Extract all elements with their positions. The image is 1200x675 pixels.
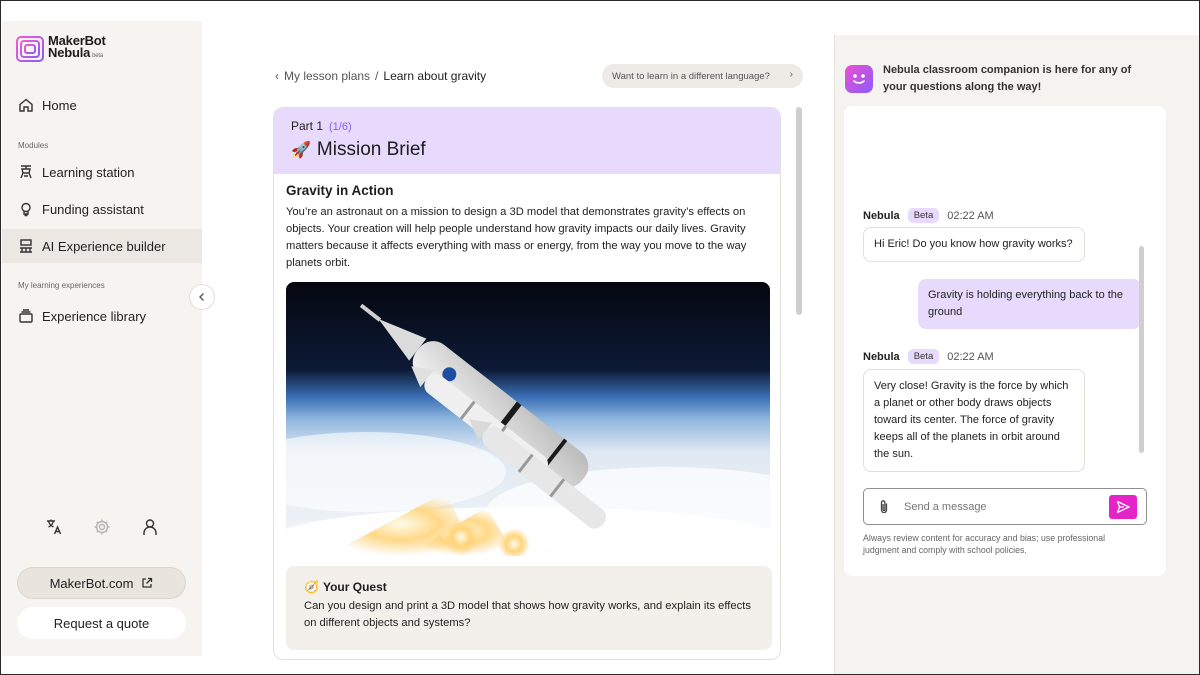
translate-icon[interactable]: [44, 517, 64, 537]
sidebar-item-home[interactable]: Home: [2, 88, 202, 122]
home-icon: [19, 98, 33, 112]
back-chevron-icon[interactable]: ‹: [275, 69, 279, 83]
lesson-paragraph: You’re an astronaut on a mission to desi…: [286, 206, 747, 269]
nebula-bot-avatar-icon: [845, 65, 873, 93]
lesson-card-header: Part 1 (1/6) 🚀 Mission Brief: [274, 108, 780, 174]
sidebar-item-experience-library[interactable]: Experience library: [2, 299, 202, 333]
gear-icon[interactable]: [92, 517, 112, 537]
message-time: 02:22 AM: [947, 209, 994, 222]
rocket-launch-image: [286, 282, 770, 556]
collapse-sidebar-button[interactable]: [189, 284, 215, 310]
chevron-right-icon: ›: [789, 69, 793, 80]
breadcrumb-separator: /: [375, 69, 379, 83]
send-icon: [1116, 500, 1130, 514]
bot-message-bubble: Very close! Gravity is the force by whic…: [863, 369, 1085, 472]
brand-beta-tag: beta: [92, 53, 104, 59]
library-icon: [19, 309, 33, 323]
sidebar-footer-icons: [44, 517, 160, 537]
bot-message-bubble: Hi Eric! Do you know how gravity works?: [863, 227, 1085, 262]
request-quote-button[interactable]: Request a quote: [17, 607, 186, 639]
message-sender: Nebula: [863, 209, 900, 222]
part-count: (1/6): [329, 121, 352, 133]
modules-section-label: Modules: [18, 141, 49, 150]
makerbot-logo-icon: [16, 35, 44, 62]
brand-name-line2: Nebula: [48, 45, 91, 60]
external-link-icon: [142, 577, 153, 588]
sidebar-item-ai-experience-builder[interactable]: AI Experience builder: [2, 229, 202, 263]
quest-box: 🧭 Your Quest Can you design and print a …: [286, 566, 772, 650]
compass-emoji-icon: 🧭: [304, 580, 319, 594]
send-button[interactable]: [1109, 495, 1137, 519]
lightbulb-icon: [21, 202, 31, 217]
makerbot-link-label: MakerBot.com: [49, 575, 134, 591]
section-title: Gravity in Action: [286, 183, 394, 198]
sidebar-item-label: Funding assistant: [42, 201, 144, 217]
makerbot-link-button[interactable]: MakerBot.com: [17, 567, 186, 599]
lesson-title: Mission Brief: [316, 139, 426, 160]
sidebar: MakerBot Nebula beta Home Modules Learnin…: [2, 21, 202, 656]
message-composer: [863, 488, 1147, 525]
change-language-label: Want to learn in a different language?: [612, 70, 770, 82]
sidebar-item-label: AI Experience builder: [42, 238, 166, 254]
message-input[interactable]: [904, 500, 1104, 513]
chat-header: Nebula classroom companion is here for a…: [845, 64, 1153, 96]
paperclip-icon[interactable]: [876, 499, 892, 515]
chat-scrollbar[interactable]: [1139, 246, 1144, 453]
beta-badge: Beta: [907, 349, 940, 364]
breadcrumb-current: Learn about gravity: [383, 69, 487, 83]
breadcrumb-parent-link[interactable]: My lesson plans: [284, 69, 370, 83]
message-meta: Nebula Beta 02:22 AM: [863, 349, 994, 364]
lesson-card-body: Gravity in Action You’re an astronaut on…: [274, 174, 780, 659]
chat-sidebar: Nebula classroom companion is here for a…: [834, 35, 1199, 674]
user-icon[interactable]: [140, 517, 160, 537]
chevron-left-icon: [199, 293, 204, 301]
experiences-section-label: My learning experiences: [18, 281, 105, 290]
learning-station-icon: [20, 165, 32, 179]
rocket-emoji-icon: 🚀: [291, 142, 311, 159]
ai-disclaimer: Always review content for accuracy and b…: [863, 533, 1106, 555]
sidebar-item-label: Learning station: [42, 164, 135, 180]
message-time: 02:22 AM: [947, 350, 994, 363]
request-quote-label: Request a quote: [53, 615, 150, 631]
brand-logo[interactable]: MakerBot Nebula beta: [16, 34, 106, 62]
sidebar-item-label: Home: [42, 97, 77, 113]
quest-text: Can you design and print a 3D model that…: [304, 600, 751, 629]
change-language-button[interactable]: Want to learn in a different language? ›: [602, 64, 803, 88]
app-window: MakerBot Nebula beta Home Modules Learnin…: [0, 0, 1200, 675]
part-label: Part 1: [291, 119, 324, 133]
message-sender: Nebula: [863, 350, 900, 363]
message-meta: Nebula Beta 02:22 AM: [863, 208, 994, 223]
breadcrumb: ‹ My lesson plans / Learn about gravity: [275, 69, 486, 83]
user-message-bubble: Gravity is holding everything back to th…: [918, 279, 1141, 329]
sidebar-item-learning-station[interactable]: Learning station: [2, 155, 202, 189]
lesson-card: Part 1 (1/6) 🚀 Mission Brief Gravity in A…: [273, 107, 781, 660]
experience-builder-icon: [20, 239, 32, 253]
quest-title: Your Quest: [322, 580, 387, 594]
chat-panel: Nebula Beta 02:22 AM Hi Eric! Do you kno…: [844, 106, 1166, 576]
lesson-scrollbar[interactable]: [796, 107, 802, 315]
sidebar-item-label: Experience library: [42, 308, 147, 324]
beta-badge: Beta: [907, 208, 940, 223]
chat-header-text: Nebula classroom companion is here for a…: [883, 64, 1132, 93]
sidebar-item-funding-assistant[interactable]: Funding assistant: [2, 192, 202, 226]
